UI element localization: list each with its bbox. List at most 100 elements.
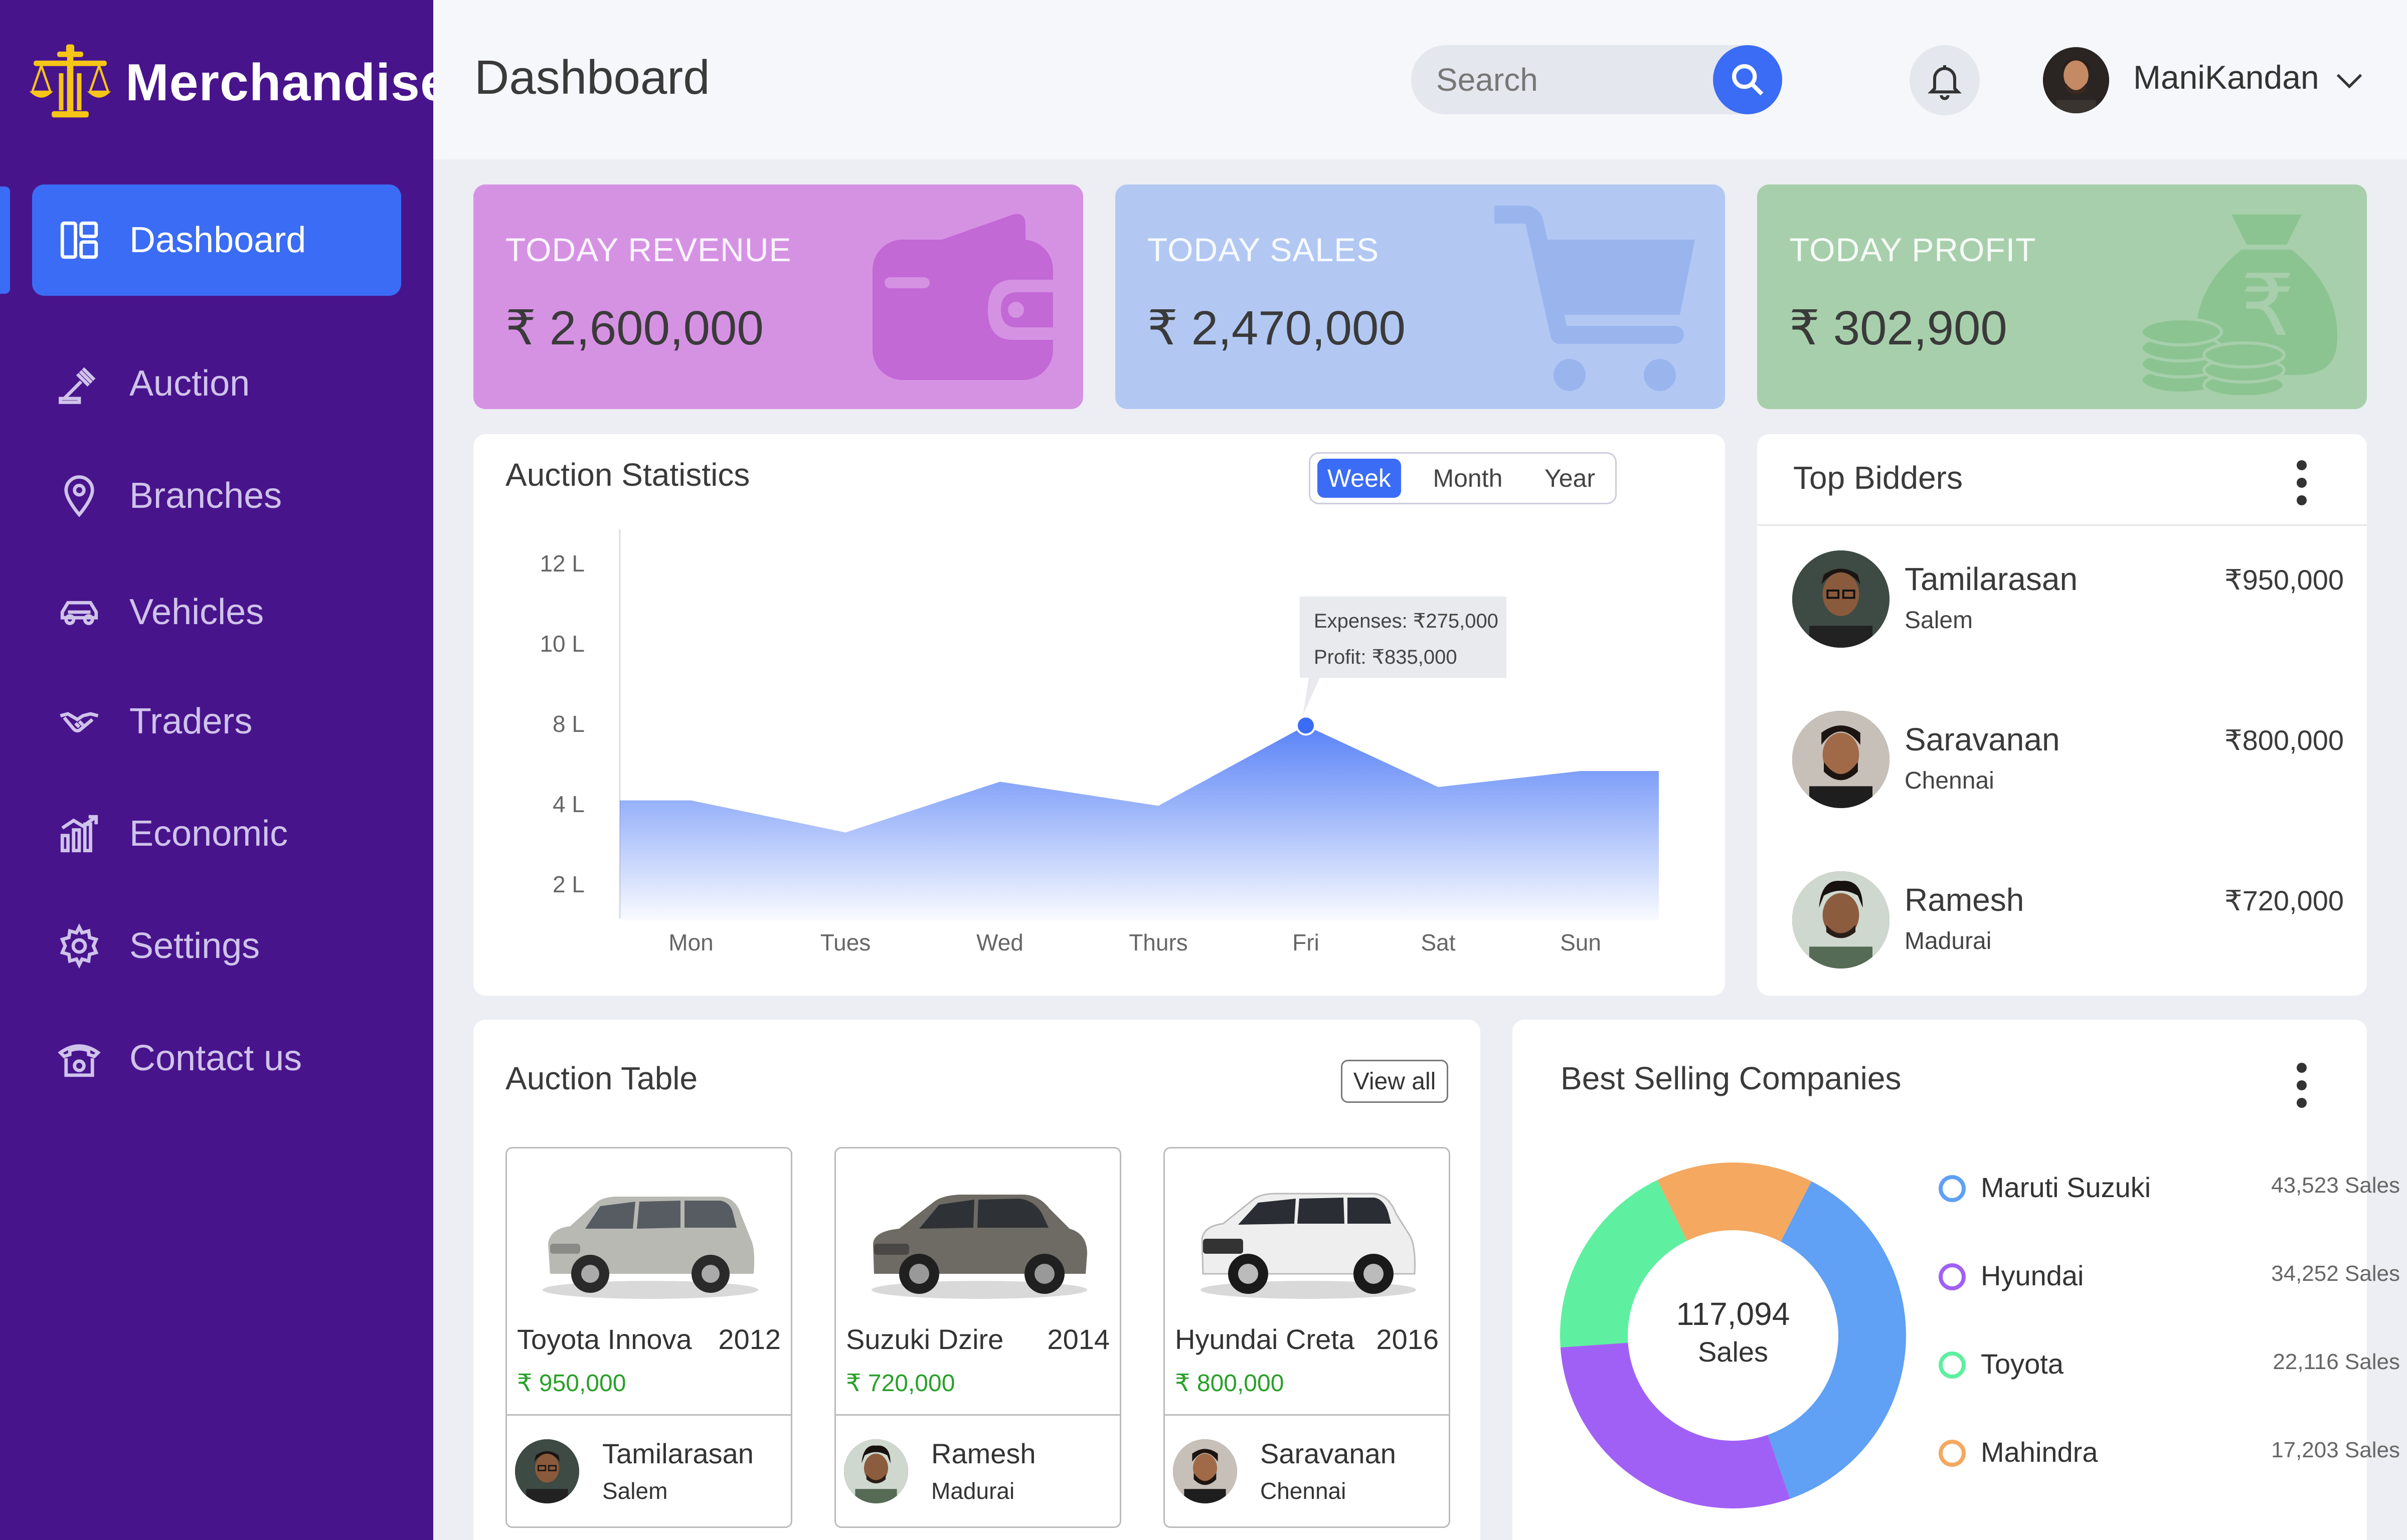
search-input[interactable]: [1436, 45, 1697, 114]
panel-title: Auction Table: [505, 1060, 698, 1096]
user-name[interactable]: ManiKandan: [2133, 58, 2319, 96]
sidebar-item-label: Branches: [129, 476, 282, 516]
legend-label: Maruti Suzuki: [1981, 1172, 2151, 1203]
legend-item-hyundai: Hyundai 34,252 Sales: [1939, 1254, 2407, 1294]
y-tick-label: 4 L: [553, 791, 585, 817]
x-tick-label: Mon: [668, 929, 713, 955]
divider: [1165, 1414, 1449, 1416]
gear-icon: [54, 921, 104, 971]
auction-card[interactable]: Toyota Innova 2012 ₹ 950,000 Tamilarasan…: [505, 1147, 792, 1528]
avatar: [515, 1439, 579, 1503]
sidebar-item-contact-us[interactable]: Contact us: [32, 1003, 401, 1114]
x-tick-label: Tues: [820, 929, 871, 955]
legend-value: 17,203 Sales: [2271, 1438, 2400, 1462]
stat-value: ₹ 2,470,000: [1147, 301, 1406, 355]
sidebar-item-auction[interactable]: Auction: [32, 328, 401, 439]
bidder-name: Ramesh: [931, 1438, 1036, 1469]
search-button[interactable]: [1713, 45, 1782, 114]
list-item[interactable]: Tamilarasan Salem ₹950,000: [1792, 550, 2344, 651]
bidder-name: Saravanan: [1905, 721, 2060, 757]
legend-label: Hyundai: [1981, 1260, 2084, 1291]
list-item[interactable]: Ramesh Madurai ₹720,000: [1792, 871, 2344, 972]
sidebar: Merchandise Dashboard Auction Branches V…: [0, 0, 449, 1540]
highlight-point[interactable]: [1296, 715, 1316, 736]
bidder-city: Salem: [1905, 607, 1973, 634]
legend-item-toyota: Toyota 22,116 Sales: [1939, 1342, 2407, 1383]
avatar: [844, 1439, 908, 1503]
top-header: Dashboard ManiKandan: [433, 0, 2407, 159]
car-year: 2016: [1376, 1323, 1439, 1355]
bidder-amount: ₹950,000: [2224, 564, 2344, 596]
more-options-icon[interactable]: [2292, 1058, 2312, 1113]
auction-card[interactable]: Suzuki Dzire 2014 ₹ 720,000 Ramesh Madur…: [834, 1147, 1121, 1528]
legend-value: 43,523 Sales: [2271, 1173, 2400, 1198]
y-tick-label: 12 L: [540, 550, 585, 576]
chevron-down-icon[interactable]: [2332, 63, 2367, 98]
x-tick-label: Sun: [1560, 929, 1601, 955]
stat-label: TODAY SALES: [1147, 231, 1380, 268]
list-item[interactable]: Saravanan Chennai ₹800,000: [1792, 711, 2344, 811]
page-title: Dashboard: [474, 51, 710, 104]
donut-total-value: 117,094: [1676, 1296, 1790, 1332]
avatar: [1792, 550, 1889, 648]
stat-label: TODAY REVENUE: [505, 231, 792, 268]
location-pin-icon: [54, 471, 104, 521]
svg-text:₹: ₹: [2241, 256, 2295, 355]
car-image: [543, 1197, 758, 1299]
search-icon: [1732, 64, 1764, 96]
sidebar-item-vehicles[interactable]: Vehicles: [32, 556, 401, 668]
stat-card-profit: TODAY PROFIT ₹ 302,900 ₹: [1757, 184, 2367, 409]
stat-card-revenue: TODAY REVENUE ₹ 2,600,000: [473, 184, 1083, 409]
legend-marker-icon: [1939, 1175, 1966, 1202]
dashboard-icon: [54, 215, 104, 265]
view-all-button[interactable]: View all: [1341, 1060, 1448, 1103]
avatar[interactable]: [2043, 47, 2109, 113]
sidebar-item-label: Settings: [129, 926, 260, 966]
stat-value: ₹ 302,900: [1789, 301, 2007, 355]
car-image: [872, 1195, 1087, 1299]
bell-icon: [1928, 65, 1962, 100]
car-name: Hyundai Creta: [1175, 1323, 1354, 1355]
avatar: [1792, 711, 1889, 808]
car-image: [1200, 1193, 1416, 1299]
sidebar-item-branches[interactable]: Branches: [32, 440, 401, 551]
car-price: ₹ 950,000: [517, 1370, 626, 1397]
sidebar-item-settings[interactable]: Settings: [32, 890, 401, 1002]
sidebar-item-label: Dashboard: [129, 220, 306, 260]
legend-marker-icon: [1939, 1263, 1966, 1290]
y-tick-label: 10 L: [540, 631, 585, 657]
notifications-button[interactable]: [1910, 45, 1980, 115]
sidebar-item-traders[interactable]: Traders: [32, 666, 401, 777]
y-tick-label: 2 L: [553, 871, 585, 897]
x-tick-label: Thurs: [1129, 929, 1188, 955]
tooltip-pointer: [1303, 678, 1320, 716]
auction-table-panel: Auction Table View all Toyota Innova 201…: [473, 1020, 1480, 1540]
car-icon: [54, 587, 104, 637]
donut-total-label: Sales: [1697, 1336, 1769, 1368]
sidebar-item-economic[interactable]: Economic: [32, 778, 401, 889]
x-tick-label: Wed: [976, 929, 1023, 955]
bidder-city: Chennai: [1905, 767, 1994, 794]
legend-label: Toyota: [1981, 1348, 2064, 1380]
handshake-icon: [54, 696, 104, 746]
sidebar-item-label: Contact us: [129, 1038, 302, 1078]
auction-card[interactable]: Hyundai Creta 2016 ₹ 800,000 Saravanan C…: [1163, 1147, 1450, 1528]
x-tick-label: Fri: [1292, 929, 1319, 955]
area-series: [620, 725, 1659, 920]
bidder-name: Saravanan: [1260, 1438, 1396, 1469]
auction-statistics-panel: Auction Statistics Week Month Year 12 L1…: [473, 434, 1725, 996]
legend-marker-icon: [1939, 1352, 1966, 1379]
avatar: [1173, 1439, 1237, 1503]
telephone-icon: [54, 1033, 104, 1083]
tooltip-expenses: Expenses: ₹275,000: [1314, 610, 1498, 632]
more-options-icon[interactable]: [2292, 455, 2312, 510]
gavel-icon: [54, 358, 104, 409]
brand[interactable]: Merchandise: [25, 35, 450, 130]
bidder-name: Tamilarasan: [602, 1438, 754, 1469]
panel-title: Best Selling Companies: [1561, 1060, 1902, 1096]
panel-title: Top Bidders: [1793, 460, 1963, 496]
divider: [1757, 524, 2367, 526]
sidebar-item-dashboard[interactable]: Dashboard: [32, 184, 401, 296]
car-name: Toyota Innova: [517, 1323, 692, 1355]
scales-of-justice-logo-icon: [29, 44, 111, 118]
